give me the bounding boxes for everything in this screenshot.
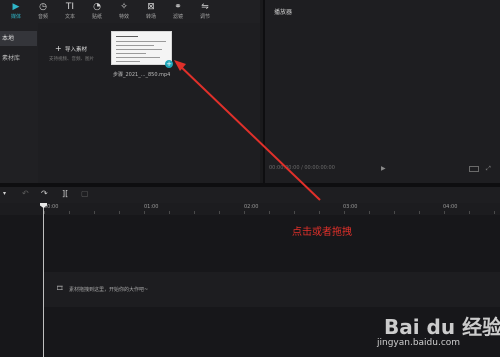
baidu-jingyan-logo: Bai du 经验 (384, 315, 500, 339)
annotation-label: 点击或者拖拽 (292, 227, 352, 238)
watermark-url: jingyan.baidu.com (377, 338, 461, 348)
annotation-arrow (174, 60, 321, 201)
